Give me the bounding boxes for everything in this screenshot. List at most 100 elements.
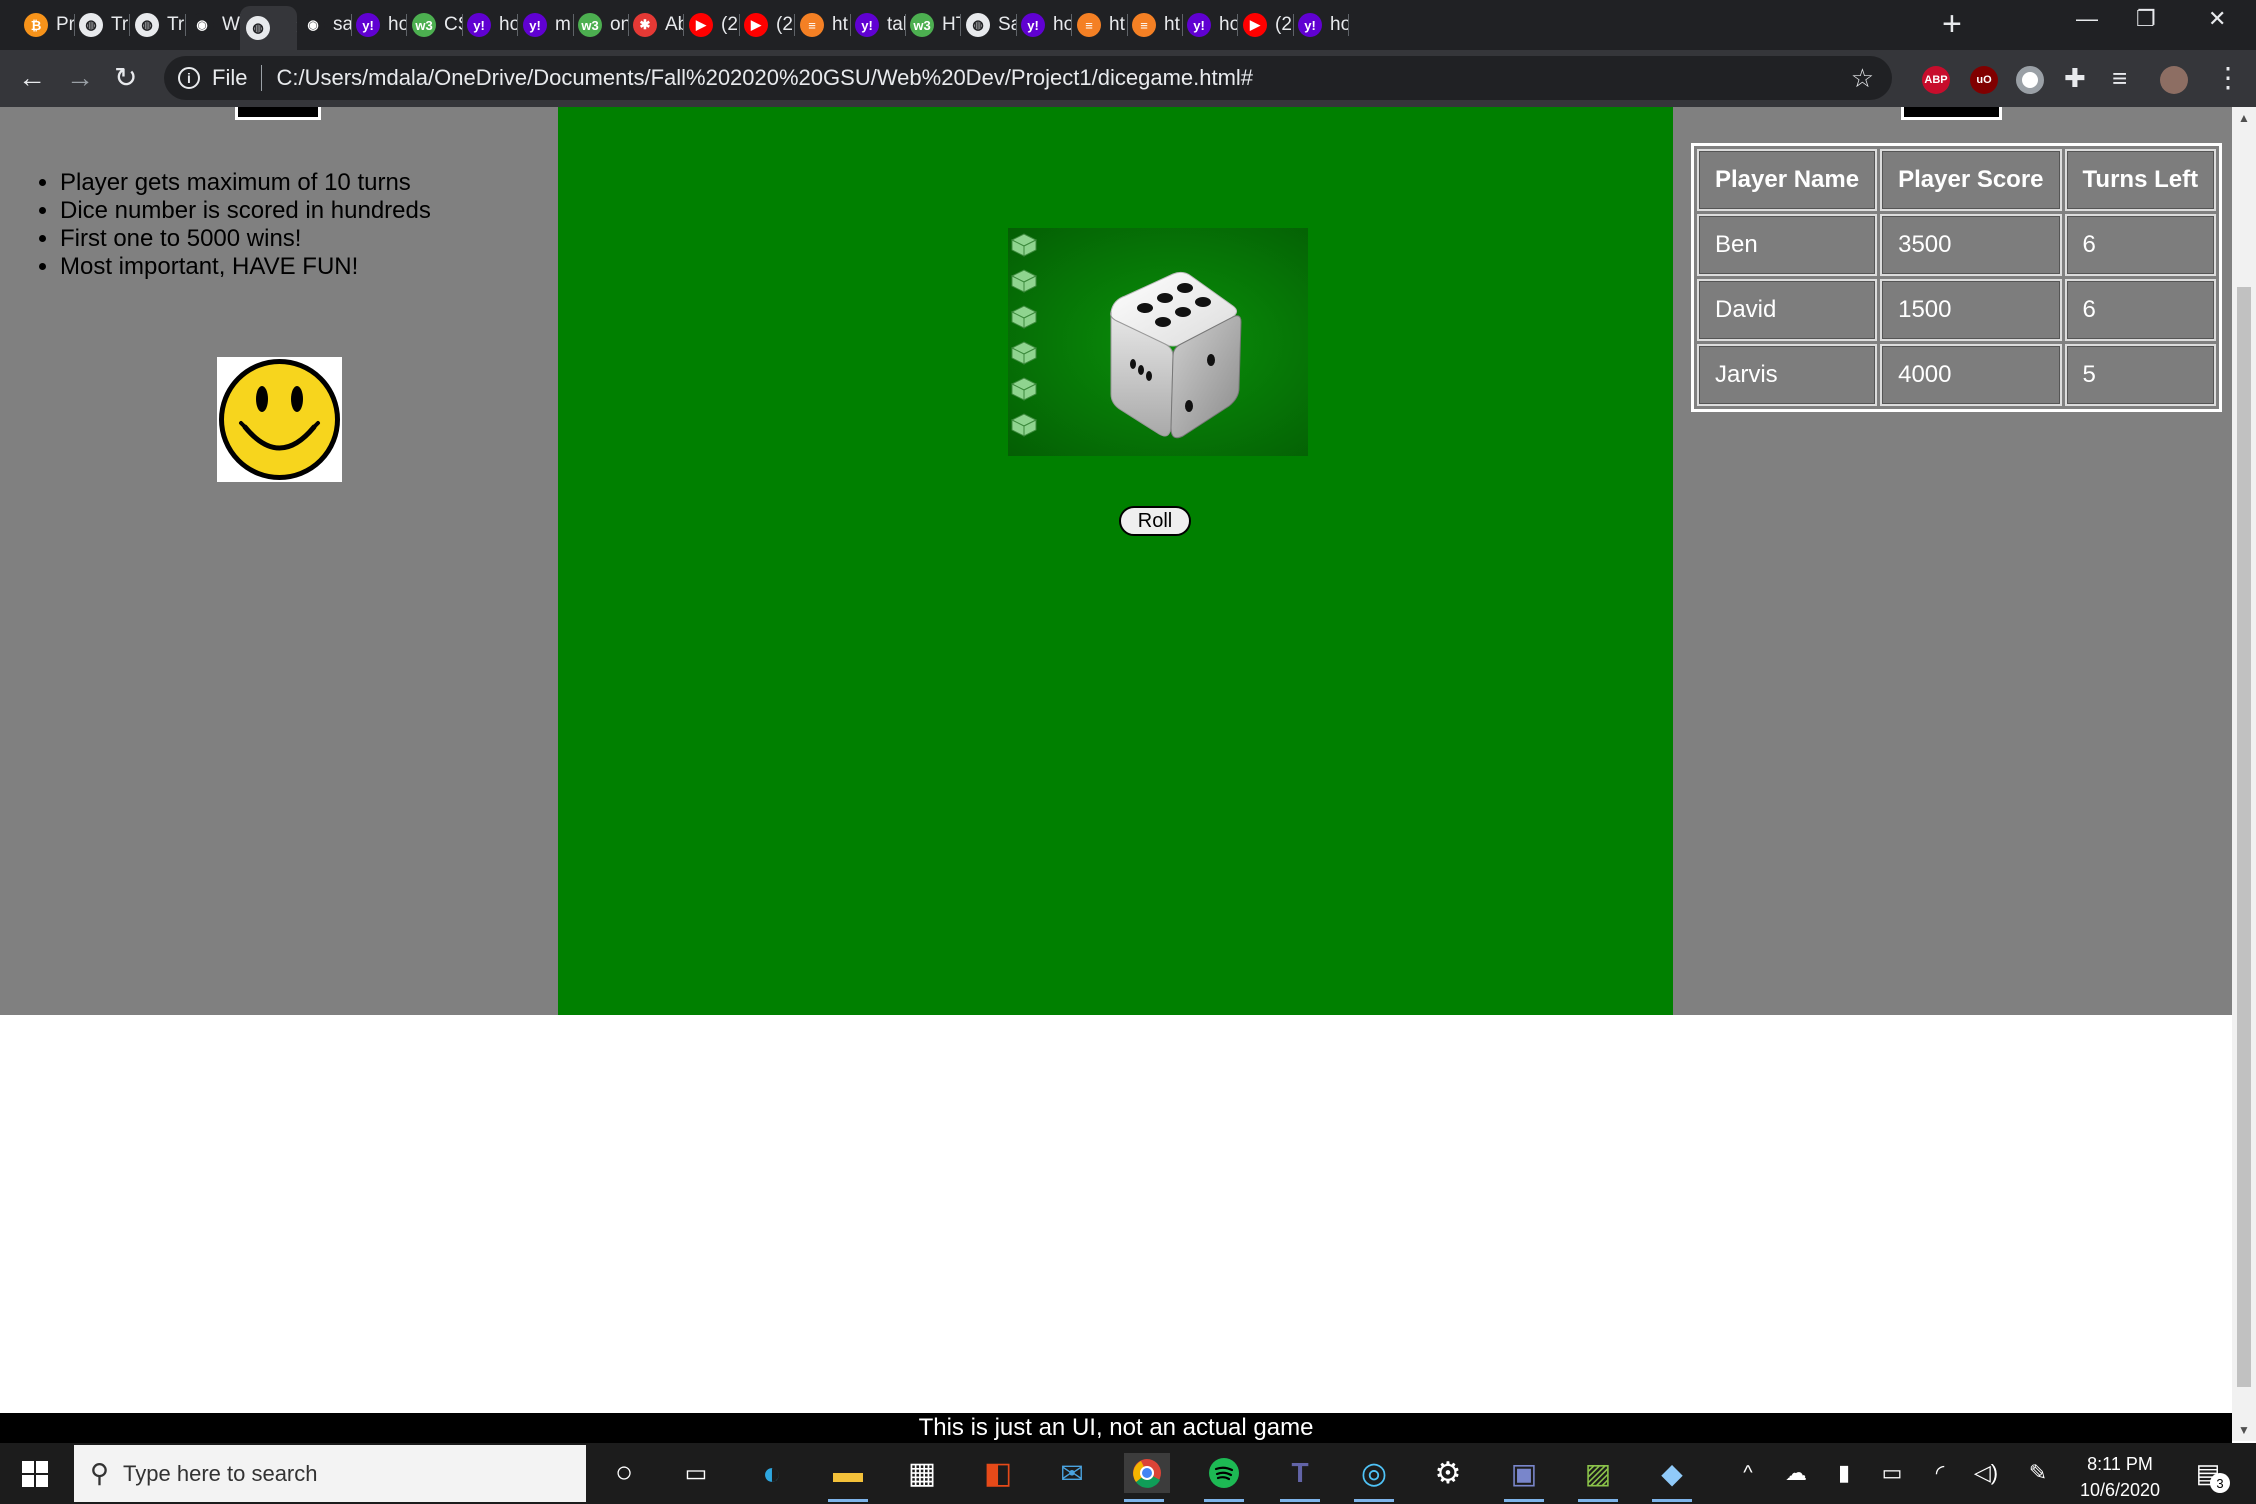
- turns-left-cell: 5: [2064, 344, 2217, 406]
- tab-title: We: [222, 14, 241, 35]
- browser-tab[interactable]: w3CS: [406, 8, 463, 42]
- address-bar[interactable]: i File C:/Users/mdala/OneDrive/Documents…: [164, 56, 1892, 100]
- browser-tab[interactable]: y! ho: [461, 8, 518, 42]
- browser-tab[interactable]: w3 HT: [904, 8, 961, 42]
- column-header: Player Score: [1880, 149, 2062, 211]
- snip-tool-icon[interactable]: ▣: [1504, 1453, 1544, 1502]
- browser-tab[interactable]: ≡ ht: [1071, 8, 1128, 42]
- search-placeholder: Type here to search: [123, 1460, 318, 1486]
- turns-left-cell: 6: [2064, 214, 2217, 276]
- action-center-icon[interactable]: ▤ 3: [2188, 1453, 2230, 1493]
- settings-gear-icon[interactable]: ⚙: [1428, 1453, 1468, 1493]
- file-explorer-icon[interactable]: ▬: [828, 1453, 868, 1502]
- tab-title: (2: [721, 14, 738, 35]
- office-icon[interactable]: ◧: [978, 1453, 1018, 1493]
- task-view-icon[interactable]: ▭: [676, 1453, 716, 1493]
- w3schools-icon: w3: [412, 13, 436, 37]
- minimize-button[interactable]: —: [2076, 6, 2098, 32]
- notes-app-icon[interactable]: ◆: [1652, 1453, 1692, 1502]
- reload-icon[interactable]: ↻: [114, 62, 137, 94]
- volume-icon[interactable]: ◁): [1966, 1453, 2006, 1493]
- url-text[interactable]: C:/Users/mdala/OneDrive/Documents/Fall%2…: [276, 65, 1253, 91]
- browser-tab[interactable]: y! ho: [1015, 8, 1072, 42]
- microphone-icon[interactable]: ▮: [1824, 1453, 1864, 1493]
- chrome-icon[interactable]: [1124, 1453, 1170, 1502]
- player-score-cell: 3500: [1880, 214, 2062, 276]
- edge-icon[interactable]: ◐: [752, 1453, 792, 1493]
- browser-tab[interactable]: ◍ Sa: [960, 8, 1017, 42]
- adblock-plus-icon[interactable]: ABP: [1922, 66, 1950, 94]
- new-tab-button[interactable]: +: [1942, 6, 1962, 42]
- right-header-tab[interactable]: [1901, 107, 2002, 120]
- rule-item: Dice number is scored in hundreds: [60, 197, 431, 225]
- browser-tab[interactable]: y! ho: [350, 8, 407, 42]
- mail-icon[interactable]: ✉: [1052, 1453, 1092, 1493]
- teams-icon[interactable]: T: [1280, 1453, 1320, 1502]
- browser-tab[interactable]: ◍Tra: [129, 8, 186, 42]
- smiley-face-image: [217, 357, 342, 482]
- browser-tab[interactable]: ◉ We: [184, 8, 241, 42]
- browser-tab[interactable]: ▶ (2: [738, 8, 795, 42]
- taskbar-search-box[interactable]: ⚲ Type here to search: [74, 1445, 586, 1502]
- browser-tab[interactable]: y! ho: [1181, 8, 1238, 42]
- browser-tab[interactable]: w3 on: [572, 8, 629, 42]
- youtube-icon: ▶: [1243, 13, 1267, 37]
- globe-icon: ◍: [79, 13, 103, 37]
- browser-tab[interactable]: ◉ sa: [295, 8, 352, 42]
- forward-arrow-icon[interactable]: →: [66, 62, 94, 94]
- column-header: Player Name: [1697, 149, 1878, 211]
- onedrive-cloud-icon[interactable]: ☁: [1776, 1453, 1816, 1493]
- browser-tab[interactable]: y! m: [517, 8, 574, 42]
- roll-button[interactable]: Roll: [1119, 506, 1191, 536]
- scroll-down-icon[interactable]: ▼: [2232, 1423, 2256, 1437]
- notification-badge: 3: [2210, 1473, 2230, 1493]
- back-arrow-icon[interactable]: ←: [18, 62, 46, 94]
- spotify-icon[interactable]: [1204, 1453, 1244, 1502]
- browser-menu-icon[interactable]: ⋮: [2214, 62, 2242, 94]
- windows-start-icon[interactable]: [22, 1461, 48, 1487]
- store-icon[interactable]: ▦: [902, 1453, 942, 1493]
- browser-tab[interactable]: ₿ Pr: [18, 8, 75, 42]
- left-header-tab[interactable]: [235, 107, 321, 120]
- browser-app-icon[interactable]: ◎: [1354, 1453, 1394, 1502]
- bitcoin-icon: ₿: [24, 13, 48, 37]
- tab-title: ht: [1109, 14, 1125, 35]
- vertical-scrollbar[interactable]: ▲ ▼: [2232, 107, 2256, 1441]
- profile-avatar[interactable]: [2160, 66, 2188, 94]
- browser-tab[interactable]: ◍Tra: [73, 8, 130, 42]
- stackoverflow-icon: ≡: [800, 13, 824, 37]
- extensions-puzzle-icon[interactable]: ✚: [2064, 62, 2086, 94]
- clock[interactable]: 8:11 PM 10/6/2020: [2060, 1451, 2180, 1503]
- browser-tab[interactable]: ◍✕: [240, 6, 297, 50]
- show-hidden-icons-chevron-icon[interactable]: ^: [1728, 1453, 1768, 1493]
- file-scheme-label: File: [212, 65, 248, 90]
- browser-tab[interactable]: ▶ (2: [1237, 8, 1294, 42]
- pen-workspace-icon[interactable]: ✎: [2018, 1453, 2058, 1493]
- browser-tab[interactable]: ≡ ht: [1126, 8, 1183, 42]
- dice-image: [1008, 228, 1308, 456]
- ublock-origin-icon[interactable]: uO: [1970, 66, 1998, 94]
- bookmark-star-icon[interactable]: ☆: [1851, 63, 1874, 94]
- scroll-up-icon[interactable]: ▲: [2232, 111, 2256, 125]
- close-window-button[interactable]: ✕: [2208, 6, 2226, 32]
- browser-tab[interactable]: ✱ Ab: [627, 8, 684, 42]
- scrollbar-thumb[interactable]: [2237, 287, 2251, 1387]
- browser-tab[interactable]: ▶ (2: [683, 8, 740, 42]
- browser-tab[interactable]: ≡ ht: [794, 8, 851, 42]
- cortana-icon[interactable]: ○: [604, 1453, 644, 1493]
- battery-icon[interactable]: ▭: [1872, 1453, 1912, 1493]
- browser-tab[interactable]: y! ho: [1292, 8, 1349, 42]
- browser-tab[interactable]: y! tal: [849, 8, 906, 42]
- wifi-icon[interactable]: ◜: [1920, 1453, 1960, 1493]
- table-row: David 1500 6: [1697, 279, 2217, 341]
- record-extension-icon[interactable]: [2016, 66, 2044, 94]
- info-icon[interactable]: i: [178, 67, 200, 89]
- restore-button[interactable]: ❐: [2136, 6, 2156, 32]
- browser-toolbar: ← → ↻ i File C:/Users/mdala/OneDrive/Doc…: [0, 50, 2256, 107]
- rules-panel: Player gets maximum of 10 turns Dice num…: [0, 107, 558, 1015]
- clock-date: 10/6/2020: [2079, 1480, 2161, 1500]
- column-header: Turns Left: [2064, 149, 2217, 211]
- image-editor-icon[interactable]: ▨: [1578, 1453, 1618, 1502]
- media-control-icon[interactable]: ≡: [2112, 62, 2127, 94]
- search-icon: ⚲: [90, 1458, 110, 1488]
